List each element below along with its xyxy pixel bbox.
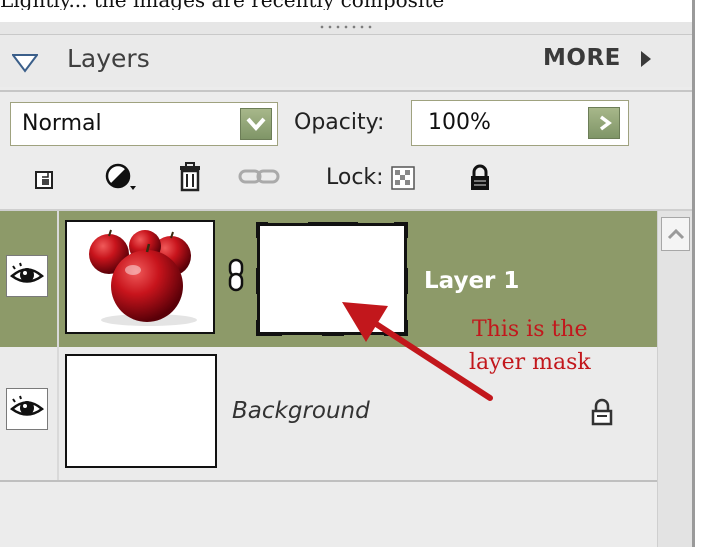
apples-image (89, 229, 197, 326)
blend-mode-dropdown-button[interactable] (240, 108, 272, 140)
background-layer-name[interactable]: Background (232, 398, 370, 424)
drag-grip-icon[interactable] (318, 24, 374, 30)
visibility-toggle-layer-1[interactable] (6, 255, 48, 297)
annotation-line-1: This is the (472, 317, 588, 342)
eye-column-divider (57, 211, 59, 481)
visibility-toggle-background[interactable] (6, 388, 48, 430)
more-arrow-icon[interactable] (641, 51, 651, 67)
annotation-line-2: layer mask (469, 350, 591, 375)
background-thumbnail[interactable] (65, 354, 217, 468)
opacity-label: Opacity: (294, 110, 385, 135)
trash-icon[interactable] (178, 162, 202, 192)
adjustment-layer-icon[interactable] (104, 162, 138, 192)
lock-transparency-icon[interactable] (391, 166, 415, 190)
collapse-triangle-icon[interactable] (12, 53, 38, 73)
eye-icon (9, 262, 45, 283)
mask-link-chain-icon[interactable] (226, 258, 246, 292)
panel-outer-margin (695, 0, 703, 547)
eye-icon (9, 395, 45, 416)
scroll-up-button[interactable] (661, 217, 690, 251)
chevron-right-icon (599, 115, 612, 131)
mask-selection-frame (254, 220, 410, 338)
more-button[interactable]: MORE (543, 45, 621, 71)
header-divider (0, 90, 692, 92)
new-layer-icon[interactable] (34, 168, 56, 190)
chevron-down-icon (246, 117, 266, 132)
top-caption: Lightly... the images are recently compo… (0, 0, 690, 10)
layer-mask-thumbnail[interactable] (254, 220, 410, 338)
layer-list-empty-area (0, 482, 657, 547)
lock-all-icon[interactable] (469, 164, 491, 192)
opacity-slider-button[interactable] (588, 107, 620, 139)
chevron-up-icon (667, 228, 685, 240)
layer-list-scrollbar[interactable] (657, 211, 692, 547)
layer-1-thumbnail[interactable] (65, 220, 215, 334)
link-icon[interactable] (238, 168, 280, 186)
opacity-value: 100% (428, 110, 491, 135)
lock-label: Lock: (326, 165, 384, 190)
background-lock-icon (591, 398, 613, 426)
blend-mode-value: Normal (22, 111, 102, 136)
layer-1-name[interactable]: Layer 1 (424, 268, 519, 294)
panel-title: Layers (67, 44, 150, 73)
